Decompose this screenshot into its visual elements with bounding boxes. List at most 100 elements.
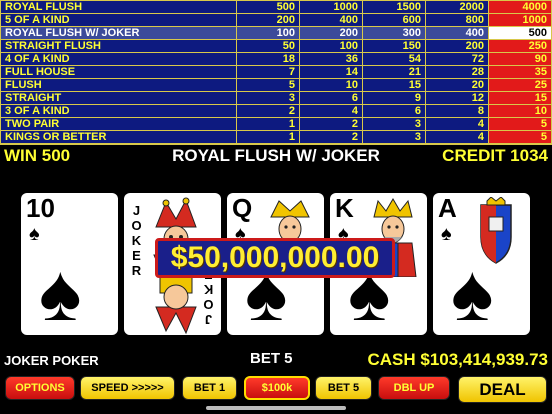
payout-cell: 7: [236, 65, 300, 79]
payout-cell: 10: [299, 78, 363, 92]
paytable-row: STRAIGHT FLUSH 50 100 150 200 250: [0, 39, 552, 53]
paytable-row: ROYAL FLUSH W/ JOKER 100 200 300 400 500: [0, 26, 552, 40]
home-indicator[interactable]: [206, 406, 346, 410]
payout-cell: 400: [425, 26, 489, 40]
payout-cell: 54: [362, 52, 426, 66]
denomination-button[interactable]: $100k: [244, 376, 310, 400]
credit-display: CREDIT 1034: [442, 146, 548, 165]
payout-cell: 9: [362, 91, 426, 105]
card-1[interactable]: 10 ♠ ♠: [21, 193, 118, 335]
game-name: JOKER POKER: [4, 353, 99, 368]
payout-cell: 25: [488, 78, 552, 92]
hand-name: ROYAL FLUSH: [0, 0, 237, 14]
payout-cell: 500: [236, 0, 300, 14]
payout-cell: 50: [236, 39, 300, 53]
hand-name: 3 OF A KIND: [0, 104, 237, 118]
paytable-row: STRAIGHT 3 6 9 12 15: [0, 91, 552, 105]
hand-name: 4 OF A KIND: [0, 52, 237, 66]
payout-cell: 5: [488, 130, 552, 145]
payout-cell: 3: [236, 91, 300, 105]
payout-cell: 21: [362, 65, 426, 79]
payout-cell: 36: [299, 52, 363, 66]
payout-cell: 400: [299, 13, 363, 27]
spade-icon: ♠: [29, 223, 40, 245]
payout-cell: 5: [236, 78, 300, 92]
payout-cell: 1: [236, 117, 300, 131]
hand-name: KINGS OR BETTER: [0, 130, 237, 145]
payout-cell: 8: [425, 104, 489, 118]
paytable-row: ROYAL FLUSH 500 1000 1500 2000 4000: [0, 0, 552, 14]
payout-cell: 10: [488, 104, 552, 118]
paytable-row: 5 OF A KIND 200 400 600 800 1000: [0, 13, 552, 27]
payout-cell: 3: [362, 117, 426, 131]
bet-one-button[interactable]: BET 1: [182, 376, 237, 400]
hand-name: STRAIGHT FLUSH: [0, 39, 237, 53]
jackpot-banner: $50,000,000.00: [155, 238, 395, 278]
payout-cell: 250: [488, 39, 552, 53]
payout-cell: 2: [299, 130, 363, 145]
cash-display: CASH $103,414,939.73: [367, 350, 548, 369]
card-rank: K: [335, 193, 354, 223]
payout-cell: 35: [488, 65, 552, 79]
payout-cell: 2: [236, 104, 300, 118]
speed-button[interactable]: SPEED >>>>>: [80, 376, 175, 400]
payout-cell: 200: [236, 13, 300, 27]
hand-name: STRAIGHT: [0, 91, 237, 105]
spade-icon: ♠: [441, 223, 452, 245]
payout-cell: 20: [425, 78, 489, 92]
payout-cell: 300: [362, 26, 426, 40]
card-rank: 10: [26, 193, 55, 223]
payout-cell: 100: [236, 26, 300, 40]
card-rank: A: [438, 193, 457, 223]
options-button[interactable]: OPTIONS: [5, 376, 75, 400]
paytable-row: KINGS OR BETTER 1 2 3 4 5: [0, 130, 552, 145]
bet-display: BET 5: [250, 350, 293, 367]
payout-cell: 3: [362, 130, 426, 145]
payout-cell: 28: [425, 65, 489, 79]
paytable-row: FULL HOUSE 7 14 21 28 35: [0, 65, 552, 79]
payout-cell: 4: [299, 104, 363, 118]
double-up-button[interactable]: DBL UP: [378, 376, 450, 400]
payout-cell: 72: [425, 52, 489, 66]
deal-button[interactable]: DEAL: [458, 376, 547, 403]
payout-cell: 1500: [362, 0, 426, 14]
payout-cell: 100: [299, 39, 363, 53]
payout-cell: 2000: [425, 0, 489, 14]
card-5[interactable]: A ♠ ♠: [433, 193, 530, 335]
bet-max-button[interactable]: BET 5: [315, 376, 372, 400]
paytable: ROYAL FLUSH 500 1000 1500 2000 4000 5 OF A KIN…: [0, 0, 552, 145]
hand-name: 5 OF A KIND: [0, 13, 237, 27]
payout-cell: 5: [488, 117, 552, 131]
payout-cell: 14: [299, 65, 363, 79]
payout-cell: 12: [425, 91, 489, 105]
payout-cell: 1000: [299, 0, 363, 14]
payout-cell: 2: [299, 117, 363, 131]
payout-cell: 800: [425, 13, 489, 27]
hand-name: ROYAL FLUSH W/ JOKER: [0, 26, 237, 40]
paytable-row: 4 OF A KIND 18 36 54 72 90: [0, 52, 552, 66]
paytable-row: TWO PAIR 1 2 3 4 5: [0, 117, 552, 131]
payout-cell: 15: [362, 78, 426, 92]
payout-cell: 15: [488, 91, 552, 105]
hand-name: FULL HOUSE: [0, 65, 237, 79]
payout-cell: 200: [425, 39, 489, 53]
hand-name: TWO PAIR: [0, 117, 237, 131]
payout-cell: 6: [362, 104, 426, 118]
payout-cell: 18: [236, 52, 300, 66]
payout-cell: 4: [425, 130, 489, 145]
payout-cell: 1000: [488, 13, 552, 27]
spade-icon: ♠: [451, 248, 494, 335]
payout-cell: 500: [488, 26, 552, 40]
payout-cell: 150: [362, 39, 426, 53]
payout-cell: 6: [299, 91, 363, 105]
paytable-row: FLUSH 5 10 15 20 25: [0, 78, 552, 92]
hand-name: FLUSH: [0, 78, 237, 92]
spade-icon: ♠: [39, 248, 82, 335]
payout-cell: 1: [236, 130, 300, 145]
payout-cell: 4: [425, 117, 489, 131]
payout-cell: 600: [362, 13, 426, 27]
payout-cell: 4000: [488, 0, 552, 14]
paytable-row: 3 OF A KIND 2 4 6 8 10: [0, 104, 552, 118]
payout-cell: 200: [299, 26, 363, 40]
card-rank: Q: [232, 193, 253, 223]
